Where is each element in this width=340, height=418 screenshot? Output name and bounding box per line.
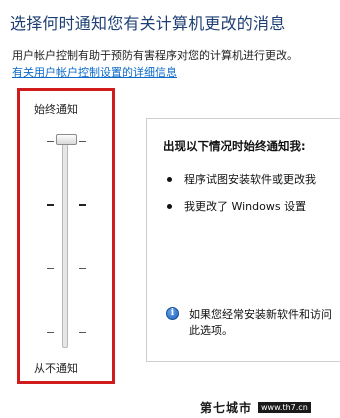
info-icon: i <box>166 307 179 320</box>
panel-title: 出现以下情况时始终通知我: <box>163 139 306 153</box>
bullet-text: 程序试图安装软件或更改我 <box>184 173 316 186</box>
watermark-url: www.th7.cn <box>258 401 311 413</box>
slider-tick <box>79 204 86 206</box>
slider-tick <box>79 141 86 142</box>
slider-top-label: 始终通知 <box>34 103 78 116</box>
slider-tick <box>47 204 54 206</box>
watermark-text: 第七城市 <box>200 400 253 415</box>
note-text-line-2: 此选项。 <box>189 324 233 337</box>
bullet-icon <box>167 203 172 209</box>
list-item: 程序试图安装软件或更改我 <box>167 171 316 187</box>
slider-bottom-label: 从不通知 <box>34 362 78 375</box>
page-description: 用户帐户控制有助于预防有害程序对您的计算机进行更改。 <box>12 49 298 62</box>
learn-more-link[interactable]: 有关用户帐户控制设置的详细信息 <box>12 64 177 80</box>
page-title: 选择何时通知您有关计算机更改的消息 <box>10 14 286 33</box>
slider-tick <box>47 268 54 269</box>
bullet-text: 我更改了 Windows 设置 <box>184 200 307 213</box>
list-item: 我更改了 Windows 设置 <box>167 198 306 214</box>
slider-tick <box>79 332 86 333</box>
slider-tick <box>47 332 54 333</box>
bullet-icon <box>167 176 172 182</box>
level-description-panel: 出现以下情况时始终通知我: 程序试图安装软件或更改我 我更改了 Windows … <box>146 118 340 362</box>
slider-tick <box>79 268 86 269</box>
uac-settings-page: 选择何时通知您有关计算机更改的消息 用户帐户控制有助于预防有害程序对您的计算机进… <box>0 0 340 418</box>
slider-tick <box>47 141 54 142</box>
notification-slider-track[interactable] <box>62 140 68 348</box>
site-watermark: 第七城市 www.th7.cn <box>200 399 311 415</box>
note-text-line-1: 如果您经常安装新软件和访问 <box>189 308 332 321</box>
notification-slider-thumb[interactable] <box>56 134 77 145</box>
